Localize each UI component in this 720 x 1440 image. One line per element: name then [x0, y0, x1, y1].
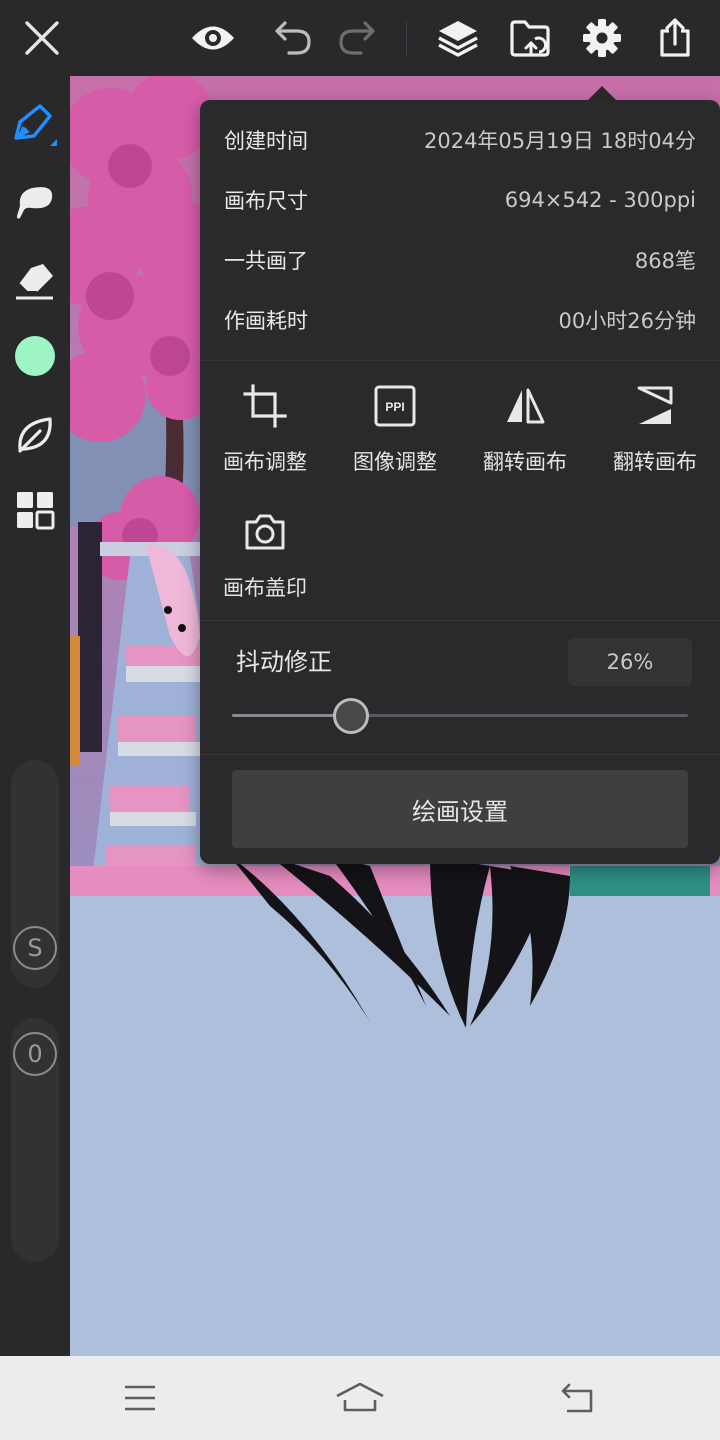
color-swatch: [15, 336, 55, 376]
layers-button[interactable]: [430, 10, 486, 66]
tool-label: 翻转画布: [483, 450, 567, 474]
info-label: 一共画了: [224, 249, 308, 273]
share-button[interactable]: [647, 10, 703, 66]
brush-size-label: S: [27, 934, 43, 962]
redo-button[interactable]: [329, 10, 385, 66]
divider: [200, 620, 720, 621]
ppi-icon-text: PPI: [385, 400, 404, 414]
drawing-app: S 0 创建时间 2024年05月19日 18时04分 画布尺寸 694×542…: [0, 0, 720, 1440]
tool-label: 翻转画布: [613, 450, 697, 474]
home-icon: [336, 1382, 384, 1412]
camera-icon: [245, 514, 285, 550]
crop-icon: [243, 384, 287, 428]
ppi-icon: PPI: [374, 385, 416, 427]
canvas-info-popover: 创建时间 2024年05月19日 18时04分 画布尺寸 694×542 - 3…: [200, 100, 720, 864]
close-button[interactable]: [14, 10, 70, 66]
brush-size-knob[interactable]: S: [13, 926, 57, 970]
info-value: 694×542 - 300ppi: [504, 188, 696, 212]
info-value: 2024年05月19日 18时04分: [423, 129, 696, 153]
tool-label: 图像调整: [353, 450, 437, 474]
redo-icon: [339, 21, 375, 55]
eraser-icon: [16, 264, 53, 300]
opacity-knob[interactable]: 0: [13, 1032, 57, 1076]
pen-tool-button[interactable]: [7, 98, 63, 154]
folder-icon: [510, 20, 550, 57]
info-row-time: 作画耗时 00小时26分钟: [224, 290, 696, 350]
menu-button[interactable]: [110, 1370, 170, 1426]
info-value: 868笔: [634, 249, 696, 273]
tool-label: 画布盖印: [223, 576, 307, 600]
material-tool-button[interactable]: [7, 482, 63, 538]
file-button[interactable]: [502, 10, 558, 66]
popover-arrow: [588, 86, 616, 100]
info-value: 00小时26分钟: [558, 309, 696, 333]
opacity-label: 0: [27, 1040, 43, 1068]
menu-icon: [125, 1385, 155, 1411]
canvas-stamp-button[interactable]: 画布盖印: [200, 506, 330, 616]
leaf-icon: [18, 417, 52, 453]
flip-vertical-icon: [637, 386, 673, 424]
pen-icon: [14, 104, 57, 146]
eye-icon: [192, 26, 234, 50]
smudge-tool-button[interactable]: [7, 406, 63, 462]
info-row-strokes: 一共画了 868笔: [224, 230, 696, 290]
flip-horizontal-icon: [507, 388, 545, 424]
left-toolbar: S 0: [0, 76, 70, 1356]
flip-canvas-vertical-button[interactable]: 翻转画布: [590, 380, 720, 490]
info-row-created: 创建时间 2024年05月19日 18时04分: [224, 110, 696, 170]
back-icon: [561, 1383, 593, 1413]
brush-tool-button[interactable]: [7, 176, 63, 232]
brush-icon: [17, 187, 53, 219]
share-icon: [660, 18, 690, 57]
stabilization-slider-thumb[interactable]: [333, 698, 369, 734]
tool-label: 画布调整: [223, 450, 307, 474]
back-button[interactable]: [548, 1370, 608, 1426]
close-icon: [25, 21, 59, 55]
layers-icon: [438, 21, 478, 57]
eraser-tool-button[interactable]: [7, 254, 63, 310]
undo-icon: [275, 21, 311, 55]
info-label: 画布尺寸: [224, 189, 308, 213]
toolbar-separator: [406, 22, 407, 56]
image-adjust-button[interactable]: PPI 图像调整: [330, 380, 460, 490]
stabilization-value-text: 26%: [606, 650, 654, 674]
info-label: 创建时间: [224, 129, 308, 153]
paint-settings-button[interactable]: 绘画设置: [232, 770, 688, 848]
flip-canvas-horizontal-button[interactable]: 翻转画布: [460, 380, 590, 490]
color-picker-button[interactable]: [7, 328, 63, 384]
paint-settings-label: 绘画设置: [412, 797, 508, 826]
canvas-adjust-button[interactable]: 画布调整: [200, 380, 330, 490]
stabilization-slider[interactable]: [232, 714, 688, 717]
stabilization-label: 抖动修正: [236, 648, 332, 676]
grid-icon: [17, 492, 55, 530]
preview-button[interactable]: [185, 10, 241, 66]
gear-icon: [583, 19, 621, 57]
divider: [200, 360, 720, 361]
divider: [200, 754, 720, 755]
info-row-canvas-size: 画布尺寸 694×542 - 300ppi: [224, 170, 696, 230]
system-navigation-bar: [0, 1356, 720, 1440]
undo-button[interactable]: [265, 10, 321, 66]
info-label: 作画耗时: [224, 309, 308, 333]
stabilization-value[interactable]: 26%: [568, 638, 692, 686]
settings-button[interactable]: [574, 10, 630, 66]
top-toolbar: [0, 0, 720, 76]
home-button[interactable]: [330, 1370, 390, 1426]
